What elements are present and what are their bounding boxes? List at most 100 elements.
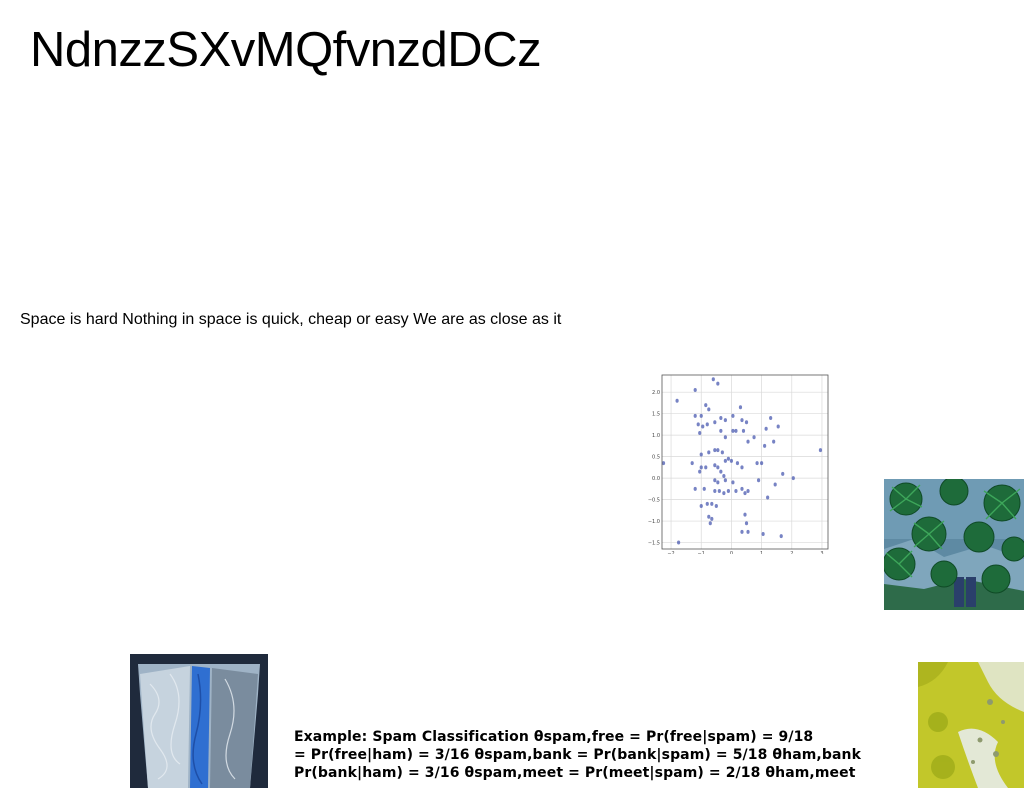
scatter-point <box>731 413 735 418</box>
scatter-point <box>743 491 747 496</box>
scatter-point <box>702 486 706 491</box>
mineral-photo <box>130 654 268 788</box>
scatter-point <box>720 450 724 455</box>
scatter-point <box>711 377 715 382</box>
scatter-point <box>735 461 740 466</box>
scatter-point <box>769 415 773 420</box>
y-tick-label: 2.0 <box>652 390 660 396</box>
scatter-point <box>719 469 723 474</box>
y-tick-label: −1.0 <box>648 519 660 525</box>
example-line-1: Example: Spam Classification θspam,free … <box>294 729 814 745</box>
scatter-point <box>707 514 711 519</box>
scatter-point <box>713 463 717 468</box>
scatter-point <box>716 465 720 470</box>
scatter-point <box>773 482 777 487</box>
scatter-point <box>698 431 702 435</box>
scatter-point <box>699 452 703 457</box>
scatter-point <box>761 531 765 536</box>
scatter-point <box>755 461 759 466</box>
scatter-point <box>740 486 744 491</box>
scatter-point <box>763 443 767 448</box>
scatter-point <box>756 478 761 483</box>
scatter-point <box>731 428 735 433</box>
scatter-point <box>766 495 770 500</box>
scatter-point <box>693 388 697 393</box>
y-tick-label: 1.5 <box>652 411 660 417</box>
scatter-point <box>752 435 756 440</box>
scatter-point <box>744 521 749 526</box>
scatter-point <box>704 403 708 408</box>
scatter-point <box>734 428 738 433</box>
scatter-chart: −2 −1 0 1 2 3 2.0 1.5 1.0 0.5 0.0 −0.5 −1.0 −1.5 <box>648 374 829 554</box>
y-tick-label: 0.0 <box>652 476 660 482</box>
scatter-point <box>717 489 721 493</box>
x-tick-label: 1 <box>760 551 763 554</box>
scatter-point <box>710 516 714 521</box>
x-tick-label: −2 <box>667 551 674 554</box>
scatter-point <box>740 529 744 534</box>
scatter-point <box>760 461 764 466</box>
scatter-point <box>707 407 711 412</box>
scatter-point <box>740 418 744 423</box>
spam-classification-example: Example: Spam Classification θspam,free … <box>294 728 894 782</box>
scatter-point <box>746 489 750 493</box>
scatter-point <box>781 471 785 476</box>
palm-trees-photo <box>884 479 1024 610</box>
x-tick-label: −1 <box>698 551 705 554</box>
scatter-point <box>723 435 727 440</box>
scatter-point <box>690 461 694 466</box>
scatter-point <box>705 422 709 427</box>
scatter-point <box>707 450 711 455</box>
scatter-point <box>791 476 795 481</box>
scatter-point <box>726 489 730 493</box>
x-tick-label: 3 <box>820 551 823 554</box>
scatter-point <box>693 486 697 491</box>
scatter-point <box>776 424 780 429</box>
example-line-2: = Pr(free|ham) = 3/16 θspam,bank = Pr(ba… <box>294 747 861 763</box>
scatter-point <box>764 426 768 431</box>
scatter-point <box>698 469 702 474</box>
x-tick-label: 2 <box>790 551 793 554</box>
scatter-point <box>675 398 679 403</box>
scatter-point <box>740 465 744 470</box>
scatter-point <box>714 504 718 509</box>
scatter-point <box>705 501 709 506</box>
scatter-point <box>719 415 723 420</box>
scatter-point <box>716 480 720 485</box>
scatter-point <box>693 413 697 418</box>
scatter-point <box>713 489 717 493</box>
y-tick-label: −0.5 <box>648 497 660 503</box>
scatter-point <box>734 489 738 493</box>
scatter-point <box>696 422 700 427</box>
scatter-point <box>741 428 746 433</box>
scatter-point <box>719 428 723 433</box>
scatter-point <box>746 439 750 444</box>
scatter-point <box>738 405 743 410</box>
slide-title: NdnzzSXvMQfvnzdDCz <box>30 23 542 77</box>
y-tick-label: 1.0 <box>652 433 660 439</box>
scatter-point <box>743 512 747 517</box>
scatter-point <box>708 521 712 526</box>
scatter-point <box>704 465 708 470</box>
scatter-point <box>699 504 703 509</box>
scatter-point <box>731 480 735 485</box>
scatter-point <box>723 418 727 423</box>
scatter-point <box>818 448 823 453</box>
scatter-point <box>716 448 720 453</box>
scatter-point <box>716 381 720 386</box>
scatter-point <box>723 478 727 483</box>
example-line-3: Pr(bank|ham) = 3/16 θspam,meet = Pr(meet… <box>294 765 856 781</box>
scatter-point <box>722 491 726 496</box>
scatter-point <box>713 448 717 453</box>
scatter-point <box>726 456 730 461</box>
x-tick-label: 0 <box>730 551 733 554</box>
y-tick-label: −1.5 <box>648 540 660 546</box>
scatter-point <box>779 534 783 539</box>
scatter-point <box>744 420 749 425</box>
subtitle-text: Space is hard Nothing in space is quick,… <box>20 311 562 328</box>
scatter-point <box>722 473 726 478</box>
scatter-point <box>713 420 717 425</box>
scatter-point <box>723 458 727 463</box>
scatter-point <box>677 540 681 545</box>
scatter-point <box>699 465 703 470</box>
